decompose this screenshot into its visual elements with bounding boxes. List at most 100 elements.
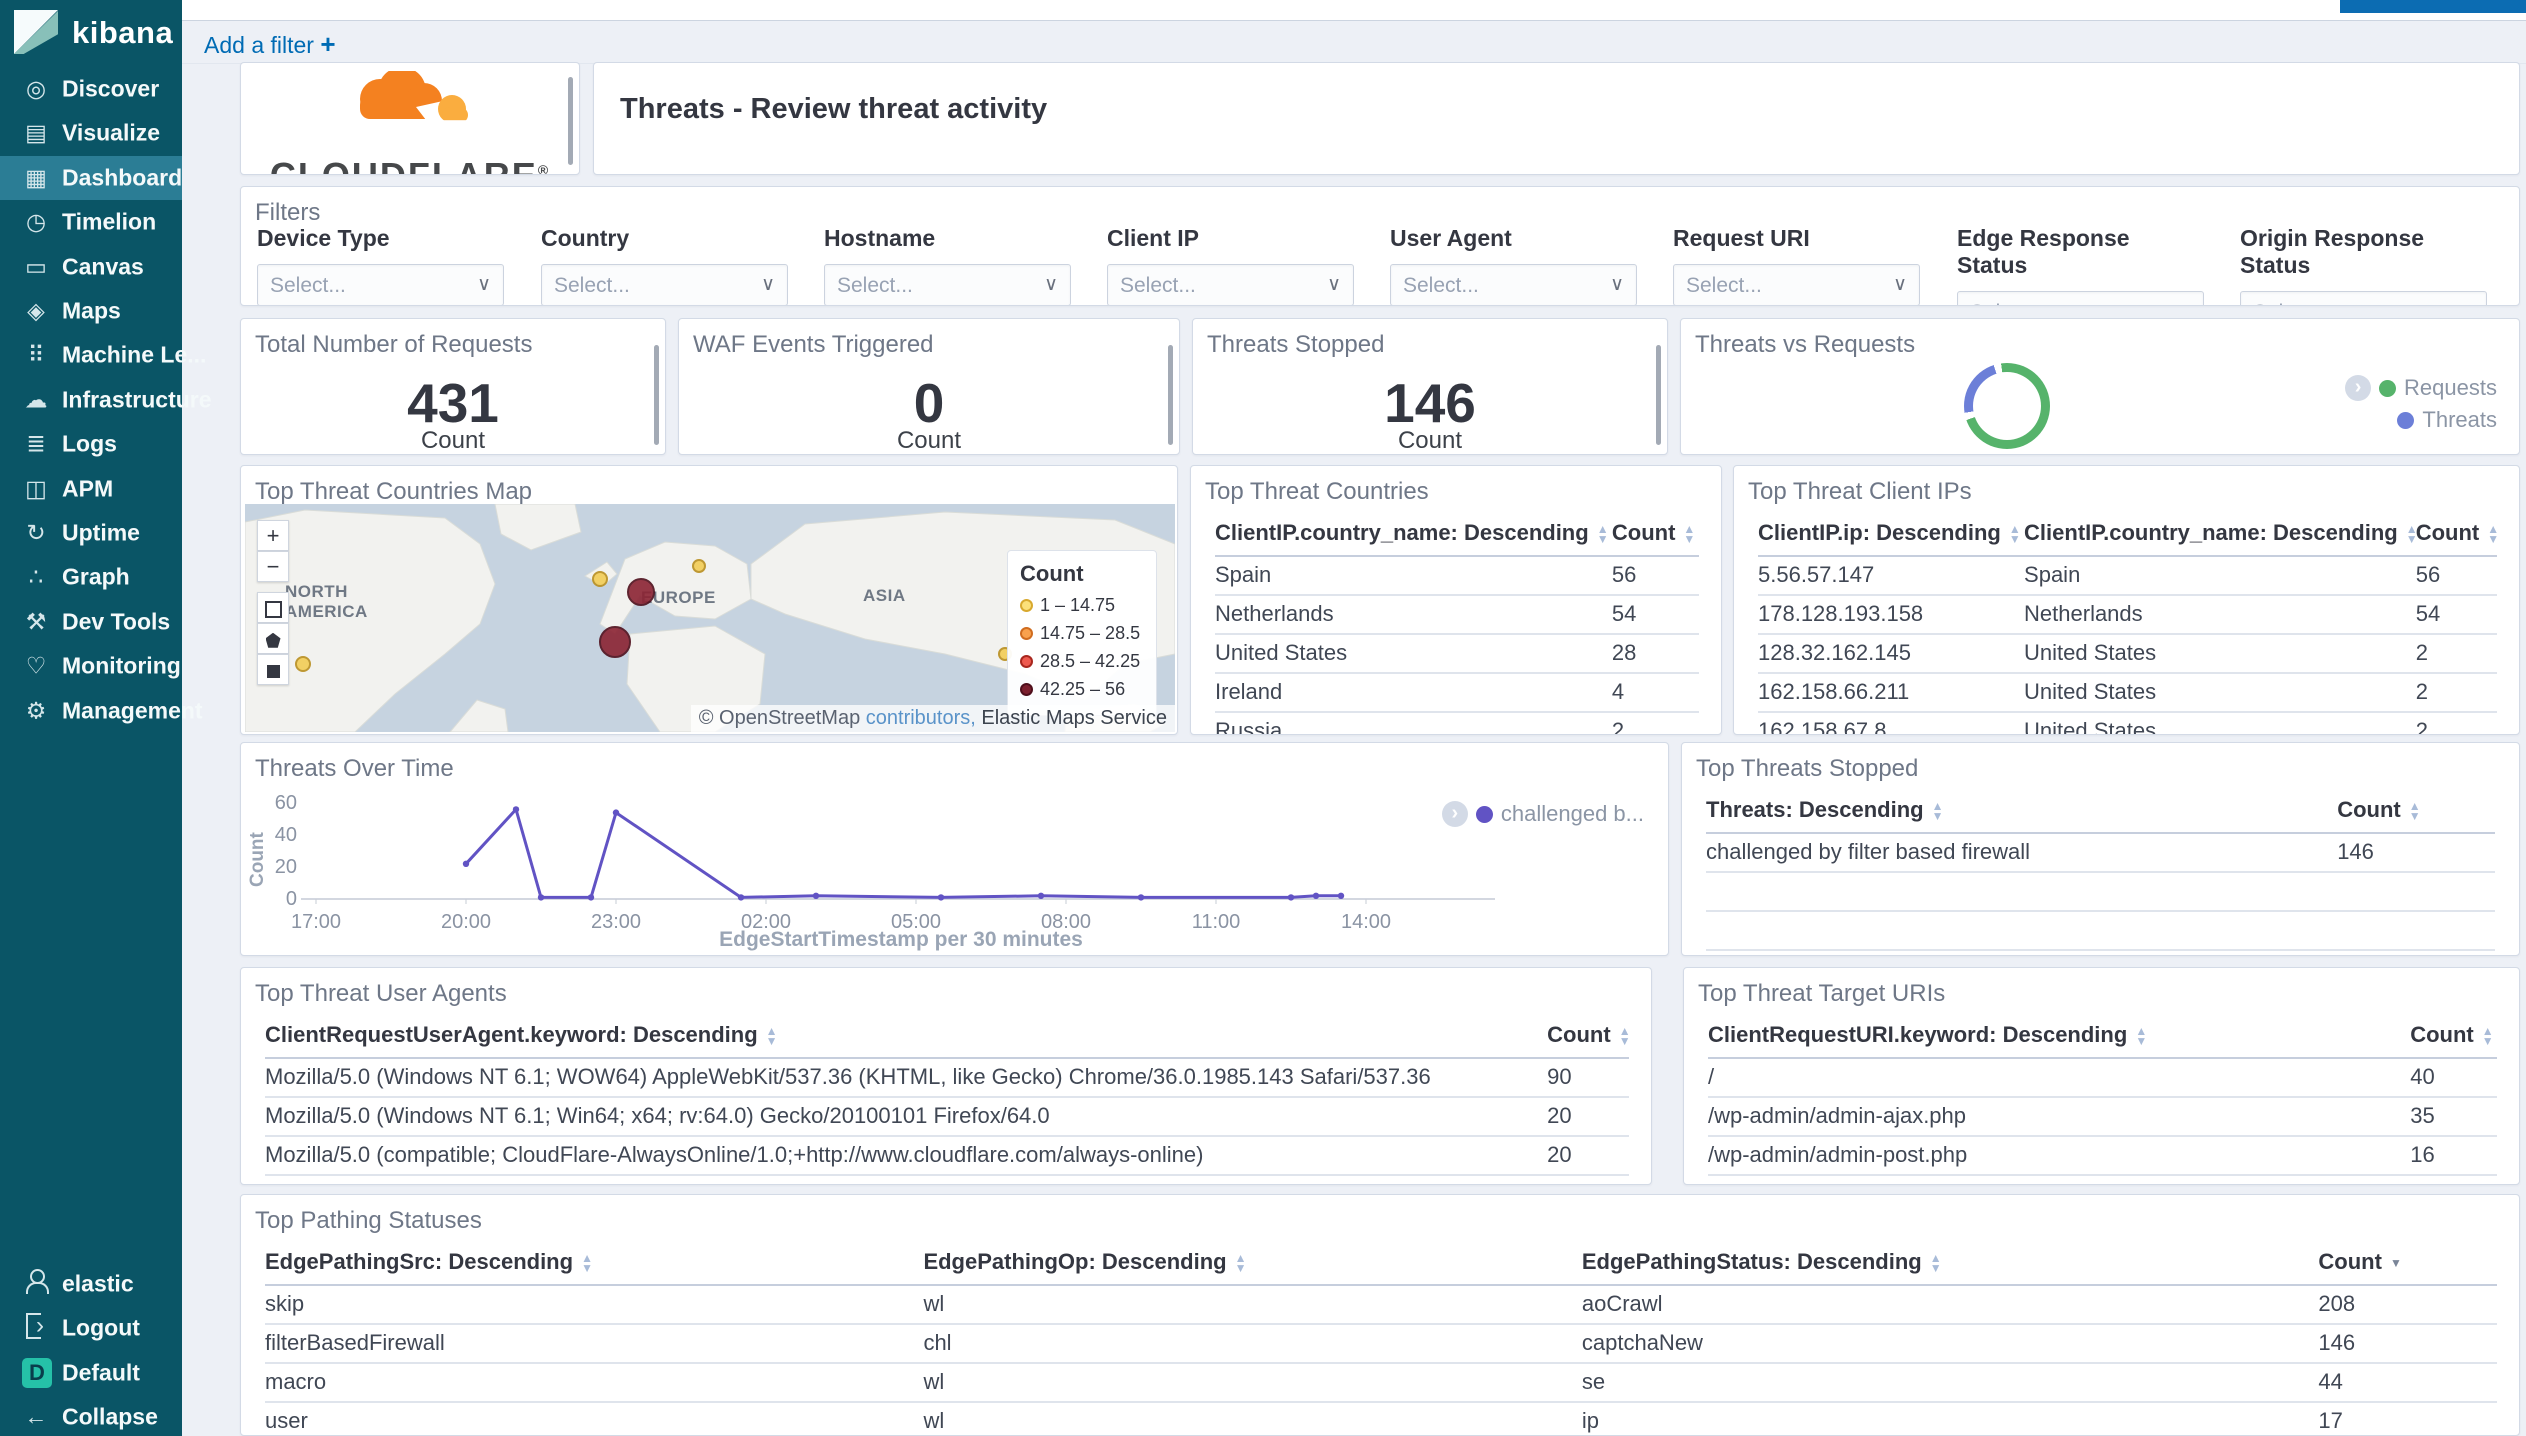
sidebar-item-collapse[interactable]: ← Collapse (0, 1395, 182, 1436)
sort-icon[interactable]: ▲▼ (2482, 1025, 2494, 1047)
table-row[interactable]: user wl ip 17 (265, 1402, 2497, 1435)
table-row[interactable]: Ireland 4 (1215, 673, 1699, 713)
sidebar-item-timelion[interactable]: ◷ Timelion (0, 200, 182, 244)
data-point[interactable] (1337, 892, 1345, 899)
sort-icon[interactable]: ▲▼ (1597, 523, 1609, 545)
filter-select[interactable]: Select... ∨ (824, 264, 1071, 305)
filter-select[interactable]: Select... ∨ (1390, 264, 1637, 305)
sort-icon[interactable]: ▲▼ (2406, 523, 2416, 545)
sidebar-item-dev-tools[interactable]: ⚒ Dev Tools (0, 600, 182, 644)
sidebar-item-apm[interactable]: ◫ APM (0, 467, 182, 511)
table-row[interactable]: filterBasedFirewall chl captchaNew 146 (265, 1324, 2497, 1364)
table-row[interactable]: Mozilla/5.0 (compatible; MSIE 9.0; Windo… (265, 1175, 1629, 1184)
filter-select[interactable]: Select... ∨ (541, 264, 788, 305)
data-point[interactable] (512, 806, 520, 813)
table-row[interactable]: Mozilla/5.0 (Windows NT 6.1; WOW64) Appl… (265, 1058, 1629, 1098)
sort-icon[interactable]: ▲▼ (581, 1252, 593, 1274)
panel-scrollbar[interactable] (1656, 345, 1661, 445)
sidebar-item-elastic[interactable]: elastic (0, 1262, 182, 1306)
table-row[interactable]: 162.158.67.8 United States 2 (1758, 712, 2497, 734)
map-draw-bounds-button[interactable] (257, 654, 289, 685)
map-zoom-in-button[interactable]: + (257, 520, 289, 551)
panel-scrollbar[interactable] (568, 77, 573, 165)
map-bubble-netherlands[interactable] (627, 578, 655, 606)
data-point[interactable] (537, 894, 545, 901)
map-draw-polygon-button[interactable] (257, 623, 289, 654)
legend-item-requests[interactable]: › Requests (2345, 375, 2497, 401)
sort-icon[interactable]: ▲▼ (2009, 523, 2021, 545)
table-row[interactable]: Mozilla/5.0 (Windows NT 6.1; Win64; x64;… (265, 1097, 1629, 1137)
table-row[interactable]: macro wl se 44 (265, 1363, 2497, 1403)
sort-icon[interactable]: ▲▼ (1932, 800, 1944, 822)
table-row[interactable]: /wp-admin/admin-post.php 16 (1708, 1136, 2497, 1176)
data-point[interactable] (937, 894, 945, 901)
world-map[interactable]: NORTH AMERICA EUROPE ASIA + − Count 1 – 14… (245, 504, 1175, 732)
table-row[interactable]: 178.128.193.158 Netherlands 54 (1758, 595, 2497, 635)
sort-icon[interactable]: ▲▼ (2487, 523, 2497, 545)
update-button-edge[interactable] (2340, 0, 2526, 13)
table-row[interactable]: /40 (1708, 1058, 2497, 1098)
data-point[interactable] (587, 894, 595, 901)
table-row[interactable]: skip wl aoCrawl 208 (265, 1285, 2497, 1325)
panel-scrollbar[interactable] (1168, 345, 1173, 445)
table-row[interactable]: 162.158.66.211 United States 2 (1758, 673, 2497, 713)
sidebar-item-uptime[interactable]: ↻ Uptime (0, 511, 182, 555)
legend-item-challenged[interactable]: › challenged b... (1441, 801, 1644, 827)
map-zoom-out-button[interactable]: − (257, 551, 289, 582)
table-row[interactable]: United States 28 (1215, 634, 1699, 674)
filter-select[interactable]: Select... ∨ (2240, 291, 2487, 305)
table-row[interactable]: challenged by filter based firewall 146 (1706, 833, 2495, 873)
sidebar-item-logs[interactable]: ≣ Logs (0, 422, 182, 466)
map-bubble-united-states[interactable] (295, 656, 311, 672)
sidebar-item-graph[interactable]: ∴ Graph (0, 555, 182, 599)
legend-item-threats[interactable]: Threats (2397, 407, 2497, 433)
data-point[interactable] (1312, 892, 1320, 899)
table-row[interactable]: 5.56.57.147 Spain 56 (1758, 556, 2497, 596)
map-box-select-button[interactable] (257, 592, 289, 623)
legend-expand-icon[interactable]: › (1441, 801, 1468, 827)
table-row[interactable]: Netherlands 54 (1215, 595, 1699, 635)
sort-icon[interactable]: ▲▼ (1683, 523, 1695, 545)
filter-select[interactable]: Select... ∨ (1673, 264, 1920, 305)
sidebar-item-monitoring[interactable]: ♡ Monitoring (0, 644, 182, 688)
kibana-logo[interactable]: kibana (0, 0, 182, 64)
data-point[interactable] (1137, 894, 1145, 901)
data-point[interactable] (612, 809, 620, 816)
sidebar-item-maps[interactable]: ◈ Maps (0, 289, 182, 333)
map-bubble-united-kingdom[interactable] (592, 571, 608, 587)
panel-scrollbar[interactable] (654, 345, 659, 445)
data-point[interactable] (737, 894, 745, 901)
sidebar-item-canvas[interactable]: ▭ Canvas (0, 245, 182, 289)
add-filter-link[interactable]: Add a filter + (204, 29, 336, 60)
data-point[interactable] (462, 860, 470, 867)
sort-icon[interactable]: ▼ (2390, 1257, 2402, 1269)
sort-icon[interactable]: ▲▼ (2135, 1025, 2147, 1047)
sort-icon[interactable]: ▲▼ (1235, 1252, 1247, 1274)
data-point[interactable] (1037, 892, 1045, 899)
legend-expand-icon[interactable]: › (2345, 375, 2372, 401)
sidebar-item-default[interactable]: D Default (0, 1351, 182, 1395)
map-bubble-spain[interactable] (599, 626, 631, 658)
map-bubble-russia[interactable] (692, 559, 706, 573)
sort-icon[interactable]: ▲▼ (1930, 1252, 1942, 1274)
filter-select[interactable]: Select... ∨ (257, 264, 504, 305)
table-row[interactable]: Spain 56 (1215, 556, 1699, 596)
table-row[interactable]: 128.32.162.145 United States 2 (1758, 634, 2497, 674)
sidebar-item-visualize[interactable]: ▤ Visualize (0, 111, 182, 155)
sort-icon[interactable]: ▲▼ (2409, 800, 2421, 822)
sidebar-item-dashboard[interactable]: ▦ Dashboard (0, 155, 182, 200)
map-attribution[interactable]: © OpenStreetMap contributors, Elastic Ma… (690, 705, 1175, 732)
filter-select[interactable]: Select... ∨ (1107, 264, 1354, 305)
sidebar-item-discover[interactable]: ◎ Discover (0, 67, 182, 111)
sidebar-item-machine-le[interactable]: ⠿ Machine Le... (0, 333, 207, 377)
table-row[interactable]: /wp-admin/admin-ajax.php?action=update-z… (1708, 1175, 2497, 1184)
table-row[interactable]: Russia 2 (1215, 712, 1699, 734)
sidebar-item-logout[interactable]: Logout (0, 1306, 182, 1350)
sort-icon[interactable]: ▲▼ (766, 1025, 778, 1047)
sidebar-item-management[interactable]: ⚙ Management (0, 689, 203, 733)
data-point[interactable] (812, 892, 820, 899)
data-point[interactable] (1287, 894, 1295, 901)
sidebar-item-infrastructure[interactable]: ☁ Infrastructure (0, 378, 212, 422)
table-row[interactable]: /wp-admin/admin-ajax.php 35 (1708, 1097, 2497, 1137)
sort-icon[interactable]: ▲▼ (1619, 1025, 1629, 1047)
